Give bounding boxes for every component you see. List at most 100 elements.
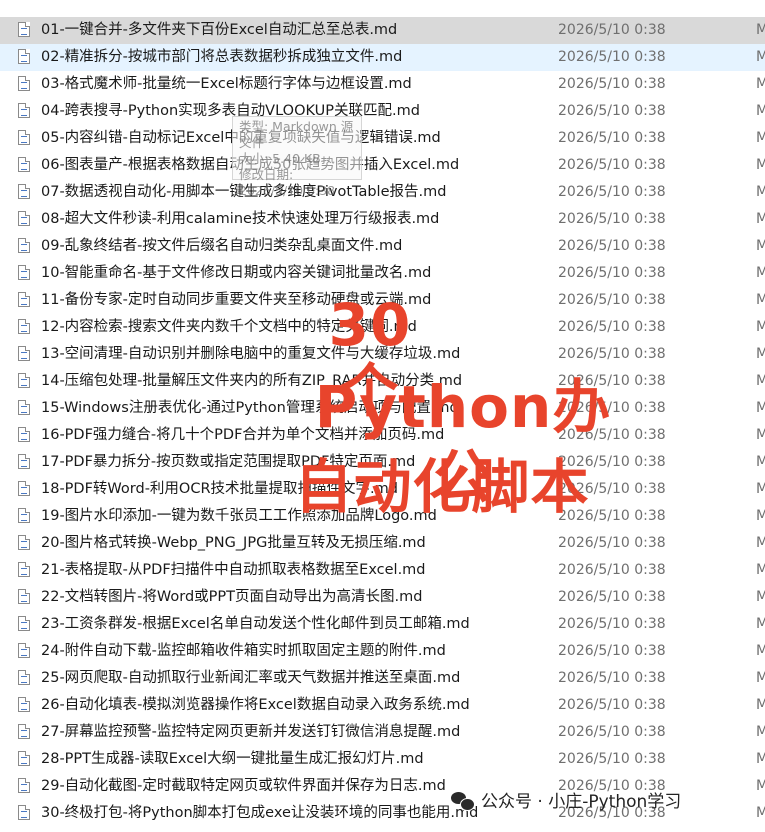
- file-row[interactable]: 25-网页爬取-自动抓取行业新闻汇率或天气数据并推送至桌面.md 2026/5/1…: [0, 665, 765, 692]
- file-type: M: [756, 589, 765, 605]
- file-row[interactable]: 10-智能重命名-基于文件修改日期或内容关键词批量改名.md 2026/5/10 …: [0, 260, 765, 287]
- file-modified-date: 2026/5/10 0:38: [558, 616, 666, 632]
- file-modified-date: 2026/5/10 0:38: [558, 157, 666, 173]
- file-modified-date: 2026/5/10 0:38: [558, 670, 666, 686]
- file-row[interactable]: 07-数据透视自动化-用脚本一键生成多维度PivotTable报告.md 2026…: [0, 179, 765, 206]
- file-row[interactable]: 22-文档转图片-将Word或PPT页面自动导出为高清长图.md 2026/5/1…: [0, 584, 765, 611]
- file-row[interactable]: 02-精准拆分-按城市部门将总表数据秒拆成独立文件.md 2026/5/10 0:…: [0, 44, 765, 71]
- file-name: 21-表格提取-从PDF扫描件中自动抓取表格数据至Excel.md: [41, 562, 426, 578]
- file-row[interactable]: 09-乱象终结者-按文件后缀名自动归类杂乱桌面文件.md 2026/5/10 0:…: [0, 233, 765, 260]
- file-name: 03-格式魔术师-批量统一Excel标题行字体与边框设置.md: [41, 76, 412, 92]
- file-modified-date: 2026/5/10 0:38: [558, 130, 666, 146]
- file-row[interactable]: 05-内容纠错-自动标记Excel中的重复项缺失值与逻辑错误.md2026/5/…: [0, 125, 765, 152]
- file-type: M: [756, 724, 765, 740]
- file-type: M: [756, 481, 765, 497]
- file-row[interactable]: 21-表格提取-从PDF扫描件中自动抓取表格数据至Excel.md 2026/5/…: [0, 557, 765, 584]
- file-row[interactable]: 20-图片格式转换-Webp_PNG_JPG批量互转及无损压缩.md 2026/5…: [0, 530, 765, 557]
- file-name: 01-一键合并-多文件夹下百份Excel自动汇总至总表.md: [41, 22, 398, 38]
- file-name: 25-网页爬取-自动抓取行业新闻汇率或天气数据并推送至桌面.md: [41, 670, 461, 686]
- file-type: M: [756, 319, 765, 335]
- file-modified-date: 2026/5/10 0:38: [558, 724, 666, 740]
- markdown-file-icon: [18, 778, 30, 793]
- file-tooltip: 类型: Markdown 源文件 大小: 5.40 KB 修改日期: 2026/…: [232, 116, 362, 198]
- file-modified-date: 2026/5/10 0:38: [558, 643, 666, 659]
- file-row[interactable]: 08-超大文件秒读-利用calamine技术快速处理万行级报表.md 2026/5…: [0, 206, 765, 233]
- tooltip-date: 修改日期: 2026/5/10 0:38: [239, 167, 336, 198]
- watermark-text: 公众号 · 小庄-Python学习: [481, 792, 682, 812]
- file-name: 10-智能重命名-基于文件修改日期或内容关键词批量改名.md: [41, 265, 432, 281]
- file-modified-date: 2026/5/10 0:38: [558, 103, 666, 119]
- file-name: 08-超大文件秒读-利用calamine技术快速处理万行级报表.md: [41, 211, 440, 227]
- file-row[interactable]: 26-自动化填表-模拟浏览器操作将Excel数据自动录入政务系统.md 2026/…: [0, 692, 765, 719]
- file-modified-date: 2026/5/10 0:38: [558, 697, 666, 713]
- markdown-file-icon: [18, 238, 30, 253]
- file-type: M: [756, 373, 765, 389]
- file-name: 02-精准拆分-按城市部门将总表数据秒拆成独立文件.md: [41, 49, 403, 65]
- markdown-file-icon: [18, 535, 30, 550]
- file-name: 23-工资条群发-根据Excel名单自动发送个性化邮件到员工邮箱.md: [41, 616, 470, 632]
- file-type: M: [756, 805, 765, 821]
- file-type: M: [756, 643, 765, 659]
- file-modified-date: 2026/5/10 0:38: [558, 589, 666, 605]
- file-name: 04-跨表搜寻-Python实现多表自动VLOOKUP关联匹配.md: [41, 103, 420, 119]
- markdown-file-icon: [18, 427, 30, 442]
- file-type: M: [756, 103, 765, 119]
- file-row[interactable]: 01-一键合并-多文件夹下百份Excel自动汇总至总表.md 2026/5/10 …: [0, 17, 765, 44]
- wechat-icon: [451, 791, 475, 811]
- file-row[interactable]: 04-跨表搜寻-Python实现多表自动VLOOKUP关联匹配.md 2026/5…: [0, 98, 765, 125]
- markdown-file-icon: [18, 103, 30, 118]
- file-modified-date: 2026/5/10 0:38: [558, 319, 666, 335]
- file-row[interactable]: 24-附件自动下载-监控邮箱收件箱实时抓取固定主题的附件.md 2026/5/10…: [0, 638, 765, 665]
- markdown-file-icon: [18, 157, 30, 172]
- file-modified-date: 2026/5/10 0:38: [558, 184, 666, 200]
- tooltip-size: 大小: 5.40 KB: [239, 151, 321, 166]
- file-modified-date: 2026/5/10 0:38: [558, 751, 666, 767]
- file-type: M: [756, 157, 765, 173]
- file-type: M: [756, 778, 765, 794]
- file-name: 30-终极打包-将Python脚本打包成exe让没装环境的同事也能用.md: [41, 805, 479, 821]
- file-name: 22-文档转图片-将Word或PPT页面自动导出为高清长图.md: [41, 589, 423, 605]
- markdown-file-icon: [18, 805, 30, 820]
- file-name: 29-自动化截图-定时截取特定网页或软件界面并保存为日志.md: [41, 778, 446, 794]
- markdown-file-icon: [18, 373, 30, 388]
- file-modified-date: 2026/5/10 0:38: [558, 265, 666, 281]
- overlay-title-scripts: 自动化脚本: [294, 453, 590, 521]
- file-row[interactable]: 28-PPT生成器-读取Excel大纲一键批量生成汇报幻灯片.md 2026/5/…: [0, 746, 765, 773]
- markdown-file-icon: [18, 211, 30, 226]
- markdown-file-icon: [18, 697, 30, 712]
- file-type: M: [756, 49, 765, 65]
- markdown-file-icon: [18, 184, 30, 199]
- markdown-file-icon: [18, 508, 30, 523]
- markdown-file-icon: [18, 670, 30, 685]
- markdown-file-icon: [18, 616, 30, 631]
- file-type: M: [756, 670, 765, 686]
- markdown-file-icon: [18, 562, 30, 577]
- file-type: M: [756, 76, 765, 92]
- file-type: M: [756, 265, 765, 281]
- file-type: M: [756, 346, 765, 362]
- file-modified-date: 2026/5/10 0:38: [558, 22, 666, 38]
- file-name: 26-自动化填表-模拟浏览器操作将Excel数据自动录入政务系统.md: [41, 697, 470, 713]
- file-type: M: [756, 211, 765, 227]
- file-type: M: [756, 130, 765, 146]
- markdown-file-icon: [18, 319, 30, 334]
- file-row[interactable]: 03-格式魔术师-批量统一Excel标题行字体与边框设置.md 2026/5/10…: [0, 71, 765, 98]
- file-name: 28-PPT生成器-读取Excel大纲一键批量生成汇报幻灯片.md: [41, 751, 424, 767]
- file-row[interactable]: 27-屏幕监控预警-监控特定网页更新并发送钉钉微信消息提醒.md 2026/5/1…: [0, 719, 765, 746]
- file-name: 24-附件自动下载-监控邮箱收件箱实时抓取固定主题的附件.md: [41, 643, 446, 659]
- file-type: M: [756, 697, 765, 713]
- file-type: M: [756, 292, 765, 308]
- file-type: M: [756, 184, 765, 200]
- file-row[interactable]: 06-图表量产-根据表格数据自动生成50张趋势图并插入Excel.md2026/…: [0, 152, 765, 179]
- markdown-file-icon: [18, 589, 30, 604]
- file-modified-date: 2026/5/10 0:38: [558, 535, 666, 551]
- markdown-file-icon: [18, 292, 30, 307]
- markdown-file-icon: [18, 49, 30, 64]
- file-type: M: [756, 454, 765, 470]
- file-row[interactable]: 23-工资条群发-根据Excel名单自动发送个性化邮件到员工邮箱.md 2026/…: [0, 611, 765, 638]
- markdown-file-icon: [18, 400, 30, 415]
- file-type: M: [756, 400, 765, 416]
- markdown-file-icon: [18, 724, 30, 739]
- file-type: M: [756, 238, 765, 254]
- file-type: M: [756, 427, 765, 443]
